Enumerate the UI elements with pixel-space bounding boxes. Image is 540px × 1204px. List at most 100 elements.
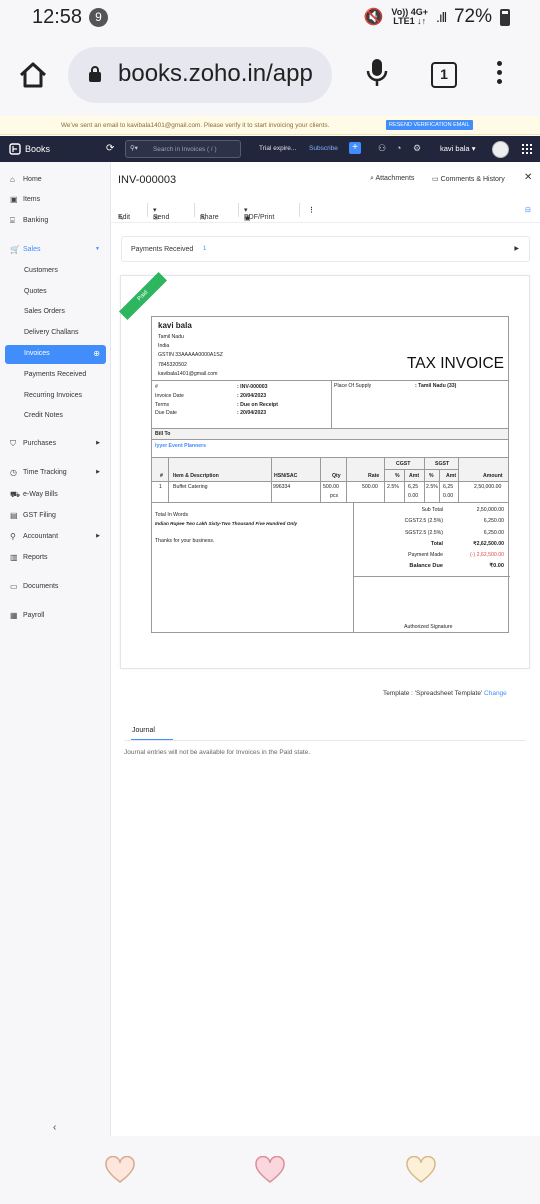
- bill-to-label: Bill To: [155, 431, 171, 437]
- sidebar-item-sales[interactable]: 🛒 Sales ▼: [0, 241, 111, 259]
- sidebar-item-reports[interactable]: ▥ Reports: [0, 549, 111, 567]
- more-options-icon[interactable]: ⋮: [308, 206, 315, 214]
- browser-menu-icon[interactable]: [497, 61, 502, 88]
- paid-ribbon: Paid: [118, 271, 168, 321]
- payments-received-panel[interactable]: Payments Received 1 ▶: [121, 236, 530, 262]
- resend-verification-button[interactable]: RESEND VERIFICATION EMAIL: [386, 120, 473, 130]
- network-indicator: Vo)) 4G+ LTE1 ↓↑: [391, 7, 428, 26]
- person-icon: ⚲: [10, 532, 16, 541]
- place-of-supply-label: Place Of Supply: [334, 383, 372, 389]
- col-sgst-pct: %: [429, 473, 434, 479]
- col-cgst: CGST: [396, 461, 411, 467]
- bank-icon: ⌸: [10, 216, 15, 225]
- sidebar-item-items[interactable]: ▣ Items: [0, 191, 111, 209]
- send-button[interactable]: ✉ Send ▾: [153, 206, 169, 222]
- invoice-document: kavi bala Tamil Nadu India GSTIN 33AAAAA…: [151, 316, 510, 633]
- authorized-signature: Authorized Signature: [404, 624, 453, 630]
- payroll-icon: ▦: [10, 611, 18, 620]
- col-sgst-amt: Amt: [446, 473, 457, 479]
- pdf-print-button[interactable]: ▣ PDF/Print ▾: [244, 206, 274, 222]
- clock-icon: ◷: [10, 468, 17, 477]
- chevron-right-icon: ▶: [514, 246, 519, 252]
- cart-icon: 🛒: [10, 245, 20, 254]
- sidebar-item-credit-notes[interactable]: Credit Notes: [0, 407, 111, 425]
- lock-icon: [89, 66, 101, 82]
- col-cgst-pct: %: [395, 473, 400, 479]
- thanks-note: Thanks for your business.: [155, 538, 215, 544]
- home-icon: ⌂: [10, 175, 15, 184]
- status-icons: 🔇 Vo)) 4G+ LTE1 ↓↑ .ıll 72%: [363, 6, 510, 28]
- tab-journal[interactable]: Journal: [132, 727, 155, 734]
- collapse-sidebar-icon[interactable]: ‹: [53, 1122, 56, 1133]
- customize-icon[interactable]: ⊟: [525, 206, 531, 214]
- invoice-preview: Paid kavi bala Tamil Nadu India GSTIN 33…: [118, 271, 530, 669]
- clock: 12:58: [32, 6, 83, 28]
- sidebar-item-gst-filing[interactable]: ▤ GST Filing: [0, 507, 111, 525]
- bell-icon[interactable]: ◔: [396, 143, 401, 153]
- home-heart-icon[interactable]: [254, 1156, 286, 1184]
- address-bar[interactable]: books.zoho.in/app: [68, 47, 332, 103]
- journal-note: Journal entries will not be available fo…: [124, 749, 311, 756]
- seller-name: kavi bala: [158, 321, 192, 330]
- mute-icon: 🔇: [363, 9, 384, 26]
- sidebar-item-delivery-challans[interactable]: Delivery Challans: [0, 324, 111, 342]
- signal-icon: .ıll: [435, 9, 447, 25]
- quick-create-icon[interactable]: +: [349, 142, 361, 154]
- gear-icon[interactable]: ⚙: [413, 143, 421, 154]
- col-amount: Amount: [483, 473, 503, 479]
- bag-icon: ⛉: [10, 439, 16, 448]
- microphone-icon[interactable]: [366, 58, 388, 88]
- payments-received-label: Payments Received: [131, 246, 194, 253]
- close-icon[interactable]: ✕: [524, 172, 532, 183]
- sidebar-item-payroll[interactable]: ▦ Payroll: [0, 607, 111, 625]
- url-text: books.zoho.in/app: [118, 60, 313, 87]
- sidebar-item-recurring-invoices[interactable]: Recurring Invoices: [0, 387, 111, 405]
- sidebar: ⌂ Home ▣ Items ⌸ Banking 🛒 Sales ▼ Customers …: [0, 162, 111, 1136]
- user-menu[interactable]: kavi bala ▾: [440, 144, 475, 153]
- sidebar-item-customers[interactable]: Customers: [0, 262, 111, 280]
- books-logo-icon: [9, 143, 21, 155]
- recent-apps-heart-icon[interactable]: [104, 1156, 136, 1184]
- summary-values: 2,50,000.00 6,250.00 6,250.00 ₹2,62,500.…: [469, 507, 504, 570]
- sidebar-item-invoices[interactable]: Invoices ⊕: [5, 345, 106, 364]
- bar-chart-icon: ▥: [10, 553, 18, 562]
- sidebar-item-documents[interactable]: ▭ Documents: [0, 578, 111, 596]
- seller-address: Tamil Nadu India GSTIN 33AAAAA0000A1SZ 7…: [158, 334, 223, 377]
- add-invoice-icon[interactable]: ⊕: [93, 349, 100, 358]
- total-in-words-label: Total In Words: [155, 512, 189, 518]
- back-heart-icon[interactable]: [405, 1156, 437, 1184]
- refresh-icon[interactable]: ⟳: [106, 143, 114, 154]
- tabs-count-button[interactable]: 1: [431, 62, 457, 88]
- sidebar-item-time-tracking[interactable]: ◷ Time Tracking ▶: [0, 464, 111, 482]
- battery-icon: [500, 8, 510, 26]
- verification-banner: We've sent an email to kavibala1401@gmai…: [0, 116, 540, 135]
- navigation-bar: [0, 1136, 540, 1204]
- apps-grid-icon[interactable]: [522, 144, 532, 154]
- app-header: Books ⟳ ⚲▾ Search in Invoices ( / ) Tria…: [0, 136, 540, 162]
- chevron-down-icon: ▼: [95, 246, 100, 252]
- avatar[interactable]: [492, 141, 509, 158]
- items-icon: ▣: [10, 195, 18, 204]
- subscribe-link[interactable]: Subscribe: [309, 145, 338, 152]
- col-qty: Qty: [332, 473, 341, 479]
- sidebar-item-eway-bills[interactable]: ⛟ e-Way Bills: [0, 486, 111, 504]
- sidebar-item-purchases[interactable]: ⛉ Purchases ▶: [0, 435, 111, 453]
- sidebar-item-payments-received[interactable]: Payments Received: [0, 366, 111, 384]
- search-bar[interactable]: ⚲▾ Search in Invoices ( / ): [125, 140, 241, 158]
- col-rate: Rate: [368, 473, 380, 479]
- change-template-link[interactable]: Change: [484, 690, 507, 697]
- comment-icon: ▭: [432, 176, 441, 183]
- sidebar-item-home[interactable]: ⌂ Home: [0, 171, 111, 189]
- home-icon[interactable]: [18, 60, 48, 90]
- sidebar-item-sales-orders[interactable]: Sales Orders: [0, 303, 111, 321]
- people-icon[interactable]: ⚇: [378, 143, 386, 154]
- sidebar-item-quotes[interactable]: Quotes: [0, 283, 111, 301]
- attachments-button[interactable]: ⌕ Attachments: [370, 175, 414, 183]
- comments-history-button[interactable]: ▭ Comments & History: [432, 175, 505, 183]
- document-title: TAX INVOICE: [406, 355, 504, 372]
- books-logo[interactable]: Books: [9, 143, 50, 155]
- battery-percent: 72%: [453, 6, 492, 27]
- sidebar-item-banking[interactable]: ⌸ Banking: [0, 212, 111, 230]
- notification-count-badge: 9: [89, 8, 108, 27]
- sidebar-item-accountant[interactable]: ⚲ Accountant ▶: [0, 528, 111, 546]
